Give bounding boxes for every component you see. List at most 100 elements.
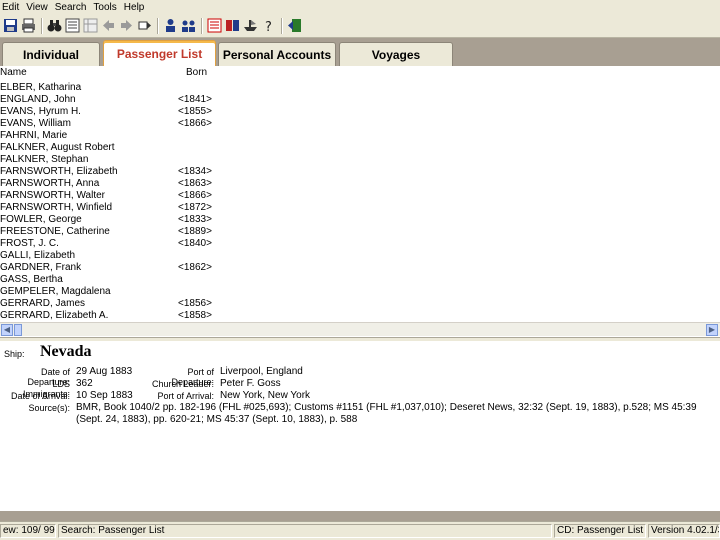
- church-leader: Peter F. Goss: [220, 378, 281, 389]
- passenger-name: GERRARD, James: [0, 298, 86, 309]
- print-icon[interactable]: [20, 17, 37, 34]
- passenger-name: FARNSWORTH, Walter: [0, 190, 106, 201]
- passenger-name: FARNSWORTH, Winfield: [0, 202, 113, 213]
- exit-icon[interactable]: [286, 17, 303, 34]
- list-item[interactable]: EVANS, Hyrum H. <1855>: [0, 106, 712, 118]
- back-arrow-icon[interactable]: [100, 17, 117, 34]
- list-item[interactable]: FALKNER, August Robert: [0, 142, 712, 154]
- passenger-born: <1889>: [178, 226, 212, 237]
- grid-icon[interactable]: [82, 17, 99, 34]
- passenger-name: GASS, Bertha: [0, 274, 63, 285]
- list-item[interactable]: FOWLER, George <1833>: [0, 214, 712, 226]
- passenger-born: <1841>: [178, 94, 212, 105]
- passenger-list: ELBER, Katharina ENGLAND, John <1841> EVA…: [0, 82, 712, 322]
- tab-passenger-list[interactable]: Passenger List: [103, 40, 216, 66]
- save-icon[interactable]: [2, 17, 19, 34]
- status-sort: CD: Passenger List A-Z: [554, 524, 646, 538]
- list-item[interactable]: GEMPELER, Magdalena: [0, 286, 712, 298]
- passenger-born: <1862>: [178, 262, 212, 273]
- status-version: Version 4.02.1/31A: [648, 524, 720, 538]
- chart-icon[interactable]: [206, 17, 223, 34]
- tab-individual-label: Individual: [22, 47, 79, 62]
- passenger-name: FARNSWORTH, Anna: [0, 178, 100, 189]
- arrival-date-label: Date of Arrival:: [10, 391, 70, 401]
- list-item[interactable]: FAHRNI, Marie: [0, 130, 712, 142]
- passenger-name: GARDNER, Frank: [0, 262, 82, 273]
- port-departure: Liverpool, England: [220, 366, 303, 377]
- list-item[interactable]: GASS, Bertha: [0, 274, 712, 286]
- list-item[interactable]: ENGLAND, John <1841>: [0, 94, 712, 106]
- book-icon[interactable]: [224, 17, 241, 34]
- list-item[interactable]: ELBER, Katharina: [0, 82, 712, 94]
- passenger-name: FALKNER, August Robert: [0, 142, 115, 153]
- horizontal-scrollbar[interactable]: ◀ ▶: [0, 322, 720, 336]
- scroll-right-icon[interactable]: ▶: [706, 324, 718, 336]
- passenger-born: <1833>: [178, 214, 212, 225]
- arrival-date: 10 Sep 1883: [76, 390, 133, 401]
- scrollbar-thumb[interactable]: [14, 324, 22, 336]
- church-leader-label: Church Leader:: [151, 379, 214, 389]
- column-headers: Name Born: [0, 66, 720, 80]
- column-header-name[interactable]: Name: [0, 67, 27, 78]
- menu-edit[interactable]: Edit: [0, 2, 24, 13]
- tab-personal-accounts[interactable]: Personal Accounts: [218, 42, 336, 66]
- ship-icon[interactable]: [242, 17, 259, 34]
- list-item[interactable]: FARNSWORTH, Anna <1863>: [0, 178, 712, 190]
- passenger-name: GALLI, Elizabeth: [0, 250, 76, 261]
- menu-search[interactable]: Search: [53, 2, 92, 13]
- toolbar-separator: [157, 17, 159, 34]
- list-item[interactable]: FARNSWORTH, Elizabeth <1834>: [0, 166, 712, 178]
- passenger-name: FREESTONE, Catherine: [0, 226, 110, 237]
- list-item[interactable]: FARNSWORTH, Winfield <1872>: [0, 202, 712, 214]
- menu-bar: Edit View Search Tools Help: [0, 0, 720, 14]
- passenger-name: FAHRNI, Marie: [0, 130, 68, 141]
- scroll-left-icon[interactable]: ◀: [1, 324, 13, 336]
- passenger-born: <1834>: [178, 166, 212, 177]
- list-item[interactable]: GERRARD, Elizabeth A. <1858>: [0, 310, 712, 322]
- list-item[interactable]: FARNSWORTH, Walter <1866>: [0, 190, 712, 202]
- tab-voyages[interactable]: Voyages: [339, 42, 453, 66]
- list-item[interactable]: EVANS, William <1866>: [0, 118, 712, 130]
- passenger-name: GEMPELER, Magdalena: [0, 286, 111, 297]
- status-record-count: ew: 109/ 999: [0, 524, 56, 538]
- tab-individual[interactable]: Individual: [2, 42, 100, 66]
- status-bar: ew: 109/ 999 Search: Passenger List CD: …: [0, 521, 720, 540]
- passenger-name: FARNSWORTH, Elizabeth: [0, 166, 118, 177]
- menu-tools[interactable]: Tools: [91, 2, 121, 13]
- list-item[interactable]: FROST, J. C. <1840>: [0, 238, 712, 250]
- passenger-name: ELBER, Katharina: [0, 82, 82, 93]
- passenger-born: <1866>: [178, 190, 212, 201]
- port-arrival: New York, New York: [220, 390, 311, 401]
- bottom-band: [0, 511, 720, 521]
- list-item[interactable]: FALKNER, Stephan: [0, 154, 712, 166]
- passenger-born: <1856>: [178, 298, 212, 309]
- group-icon[interactable]: [180, 17, 197, 34]
- passenger-name: ENGLAND, John: [0, 94, 76, 105]
- binoculars-icon[interactable]: [46, 17, 63, 34]
- toolbar-separator: [41, 17, 43, 34]
- tag-icon[interactable]: [136, 17, 153, 34]
- passenger-born: <1872>: [178, 202, 212, 213]
- passenger-name: FROST, J. C.: [0, 238, 59, 249]
- passenger-born: <1866>: [178, 118, 212, 129]
- help-icon[interactable]: ?: [260, 17, 277, 34]
- ship-label: Ship:: [4, 349, 25, 359]
- menu-view[interactable]: View: [24, 2, 53, 13]
- column-header-born[interactable]: Born: [186, 67, 207, 78]
- tab-personal-accounts-label: Personal Accounts: [222, 47, 332, 62]
- list-item[interactable]: GARDNER, Frank <1862>: [0, 262, 712, 274]
- forward-arrow-icon[interactable]: [118, 17, 135, 34]
- port-arrival-label: Port of Arrival:: [157, 391, 214, 401]
- lds-immigrants-count: 362: [76, 378, 93, 389]
- list-item[interactable]: GERRARD, James <1856>: [0, 298, 712, 310]
- passenger-name: GERRARD, Elizabeth A.: [0, 310, 109, 321]
- tab-strip: Individual Passenger List Personal Accou…: [0, 38, 720, 66]
- list-icon[interactable]: [64, 17, 81, 34]
- passenger-name: FALKNER, Stephan: [0, 154, 89, 165]
- passenger-name: EVANS, Hyrum H.: [0, 106, 81, 117]
- sources-line-2: (Sept. 24, 1883), pp. 620-21; MS 45:37 (…: [76, 414, 358, 425]
- list-item[interactable]: GALLI, Elizabeth: [0, 250, 712, 262]
- menu-help[interactable]: Help: [122, 2, 150, 13]
- list-item[interactable]: FREESTONE, Catherine <1889>: [0, 226, 712, 238]
- people-icon[interactable]: [162, 17, 179, 34]
